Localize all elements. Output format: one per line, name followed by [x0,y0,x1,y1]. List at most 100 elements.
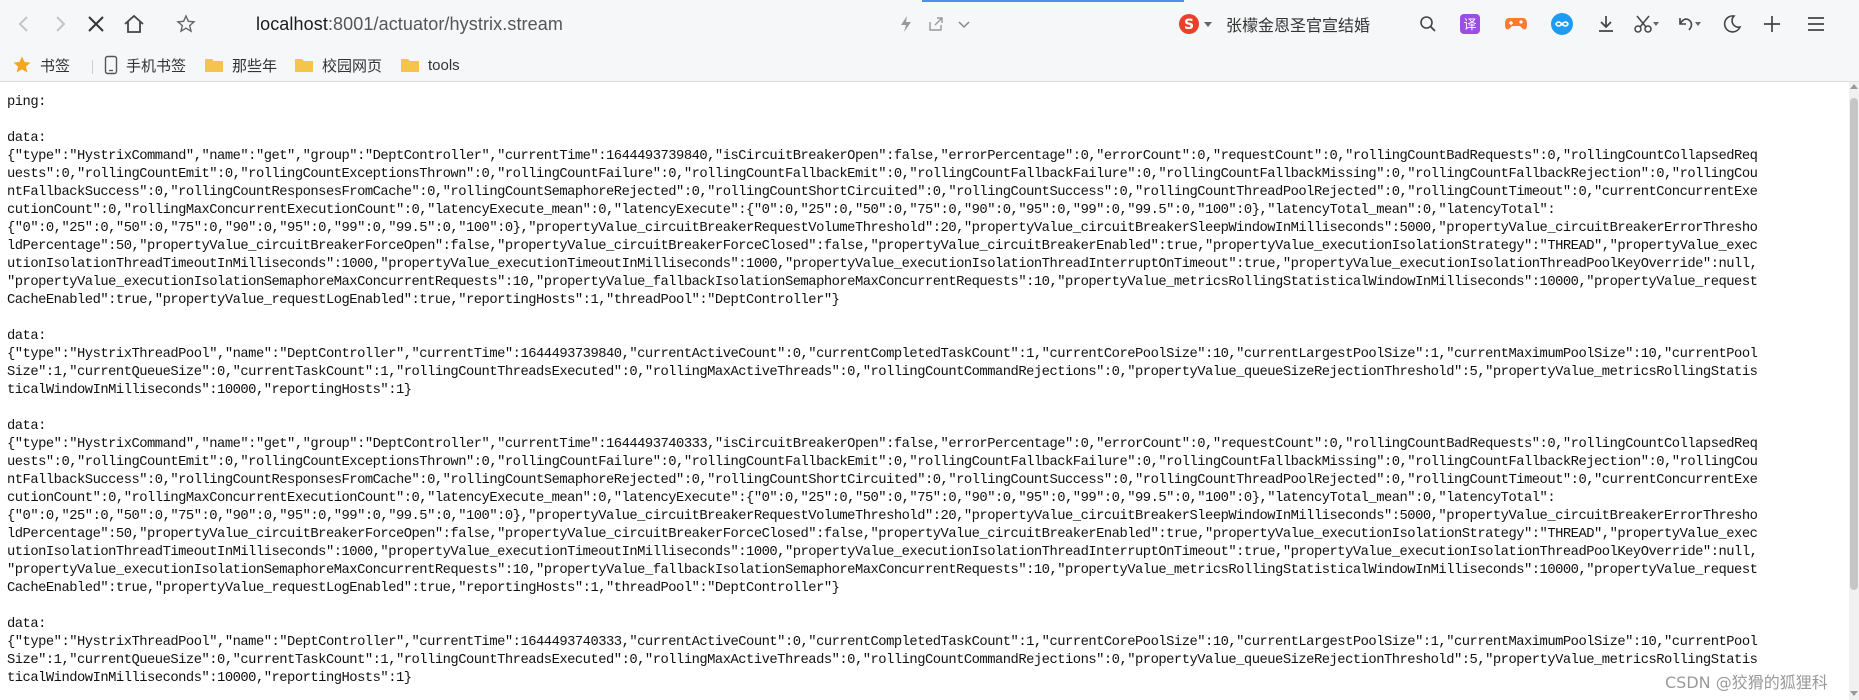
triangle-down-icon [1204,22,1212,27]
undo-close-tab-button[interactable] [1672,8,1704,40]
stream-line: CacheEnabled":true,"propertyValue_reques… [7,293,840,308]
chevron-down-icon [958,21,970,29]
browser-toolbar: localhost:8001/actuator/hystrix.stream S… [0,0,1859,48]
sogou-search-icon: S [1179,14,1199,34]
translate-icon: 译 [1460,14,1480,34]
stream-line: cutionCount":0,"rollingMaxConcurrentExec… [7,203,1556,218]
svg-text:译: 译 [1463,18,1476,33]
translate-button[interactable]: 译 [1454,8,1486,40]
phone-icon [104,55,118,75]
back-button[interactable] [8,8,40,40]
bookmark-item-mobile[interactable]: 手机书签 [104,52,186,78]
page-loading-bar [922,0,1184,2]
stream-line: data: [7,329,46,344]
bookmark-label: 手机书签 [126,57,187,75]
undo-icon [1679,18,1701,31]
stream-line: "propertyValue_executionIsolationSemapho… [7,275,1758,290]
screenshot-button[interactable] [1630,8,1662,40]
stream-line: cutionCount":0,"rollingMaxConcurrentExec… [7,491,1556,506]
scissors-icon [1634,15,1659,33]
moon-icon [1723,15,1742,33]
stream-line: ticalWindowInMilliseconds":10000,"report… [7,383,412,398]
folder-icon [401,59,419,72]
search-icon [1420,16,1436,32]
stream-line: data: [7,617,46,632]
close-icon [88,16,104,32]
bookmark-folder-those-years[interactable]: 那些年 [204,52,277,78]
stream-line: CacheEnabled":true,"propertyValue_reques… [7,581,840,596]
infinity-extension-icon [1551,13,1573,35]
stream-line: data: [7,131,46,146]
extension-button[interactable] [1546,8,1578,40]
stream-line: {"0":0,"25":0,"50":0,"75":0,"90":0,"95":… [7,221,1758,236]
forward-arrow-icon [56,16,66,32]
search-button[interactable] [1412,8,1444,40]
stream-line: "propertyValue_executionIsolationSemapho… [7,563,1758,578]
stream-line: ldPercentage":50,"propertyValue_circuitB… [7,527,1758,542]
stream-line: utionIsolationThreadTimeoutInMillisecond… [7,545,1758,560]
share-icon [929,17,943,31]
game-button[interactable] [1500,8,1532,40]
hystrix-stream-text: ping: data: {"type":"HystrixCommand","name… [7,94,1839,688]
speed-mode-button[interactable] [890,8,922,40]
new-tab-button[interactable] [1756,8,1788,40]
csdn-watermark: CSDN @狡猾的狐狸科 [1665,673,1828,692]
url-host: localhost [256,13,328,34]
bookmark-label: 那些年 [232,57,278,75]
star-icon [13,56,31,73]
back-arrow-icon [18,16,28,32]
forward-button[interactable] [44,8,76,40]
folder-icon [295,59,313,72]
scroll-down-arrow-icon[interactable] [1850,691,1858,696]
stop-loading-button[interactable] [80,8,112,40]
stream-line: data: [7,419,46,434]
stream-line: {"type":"HystrixCommand","name":"get","g… [7,437,1758,452]
stream-line: utionIsolationThreadTimeoutInMillisecond… [7,257,1758,272]
stream-line: uests":0,"rollingCountEmit":0,"rollingCo… [7,455,1758,470]
stream-line: Size":1,"currentQueueSize":0,"currentTas… [7,365,1758,380]
bookmark-label: tools [428,56,460,74]
bookmark-star-button[interactable] [170,8,202,40]
folder-icon [205,59,223,72]
stream-line: Size":1,"currentQueueSize":0,"currentTas… [7,653,1758,668]
stream-line: uests":0,"rollingCountEmit":0,"rollingCo… [7,167,1758,182]
scrollbar-thumb[interactable] [1850,98,1858,590]
download-icon [1599,16,1613,32]
bookmark-label: 书签 [40,57,71,75]
stream-line: ntFallbackSuccess":0,"rollingCountRespon… [7,473,1758,488]
bookmark-label: 校园网页 [322,57,383,75]
home-button[interactable] [118,8,150,40]
vertical-scrollbar[interactable] [1849,82,1859,700]
home-icon [124,14,144,33]
svg-text:S: S [1184,17,1194,33]
gamepad-icon [1505,18,1527,30]
stream-line: {"0":0,"25":0,"50":0,"75":0,"90":0,"95":… [7,509,1758,524]
search-engine-box[interactable]: S 张檬金恩圣官宣结婚 [1178,9,1370,39]
star-outline-icon [176,14,196,33]
bookmark-folder-tools[interactable]: tools [400,52,460,78]
bookmarks-bar: 书签 手机书签 那些年 校园网页 tools [0,48,1859,82]
plus-icon [1764,16,1780,32]
hamburger-menu-icon [1808,17,1824,31]
stream-line: {"type":"HystrixThreadPool","name":"Dept… [7,635,1758,650]
stream-line: ping: [7,95,46,110]
address-dropdown-button[interactable] [948,8,980,40]
downloads-button[interactable] [1590,8,1622,40]
bookmark-divider [92,60,93,74]
stream-line: ldPercentage":50,"propertyValue_circuitB… [7,239,1758,254]
stream-line: {"type":"HystrixCommand","name":"get","g… [7,149,1758,164]
stream-line: ntFallbackSuccess":0,"rollingCountRespon… [7,185,1758,200]
night-mode-button[interactable] [1716,8,1748,40]
bookmark-folder-campus[interactable]: 校园网页 [294,52,382,78]
lightning-icon [901,16,911,32]
url-path: :8001/actuator/hystrix.stream [327,13,563,34]
menu-button[interactable] [1800,8,1832,40]
page-content: ping: data: {"type":"HystrixCommand","name… [0,82,1848,700]
stream-line: ticalWindowInMilliseconds":10000,"report… [7,671,412,686]
bookmark-item-bookmarks[interactable]: 书签 [12,52,70,78]
scroll-up-arrow-icon[interactable] [1850,84,1858,89]
search-suggestion-text: 张檬金恩圣官宣结婚 [1226,18,1371,35]
